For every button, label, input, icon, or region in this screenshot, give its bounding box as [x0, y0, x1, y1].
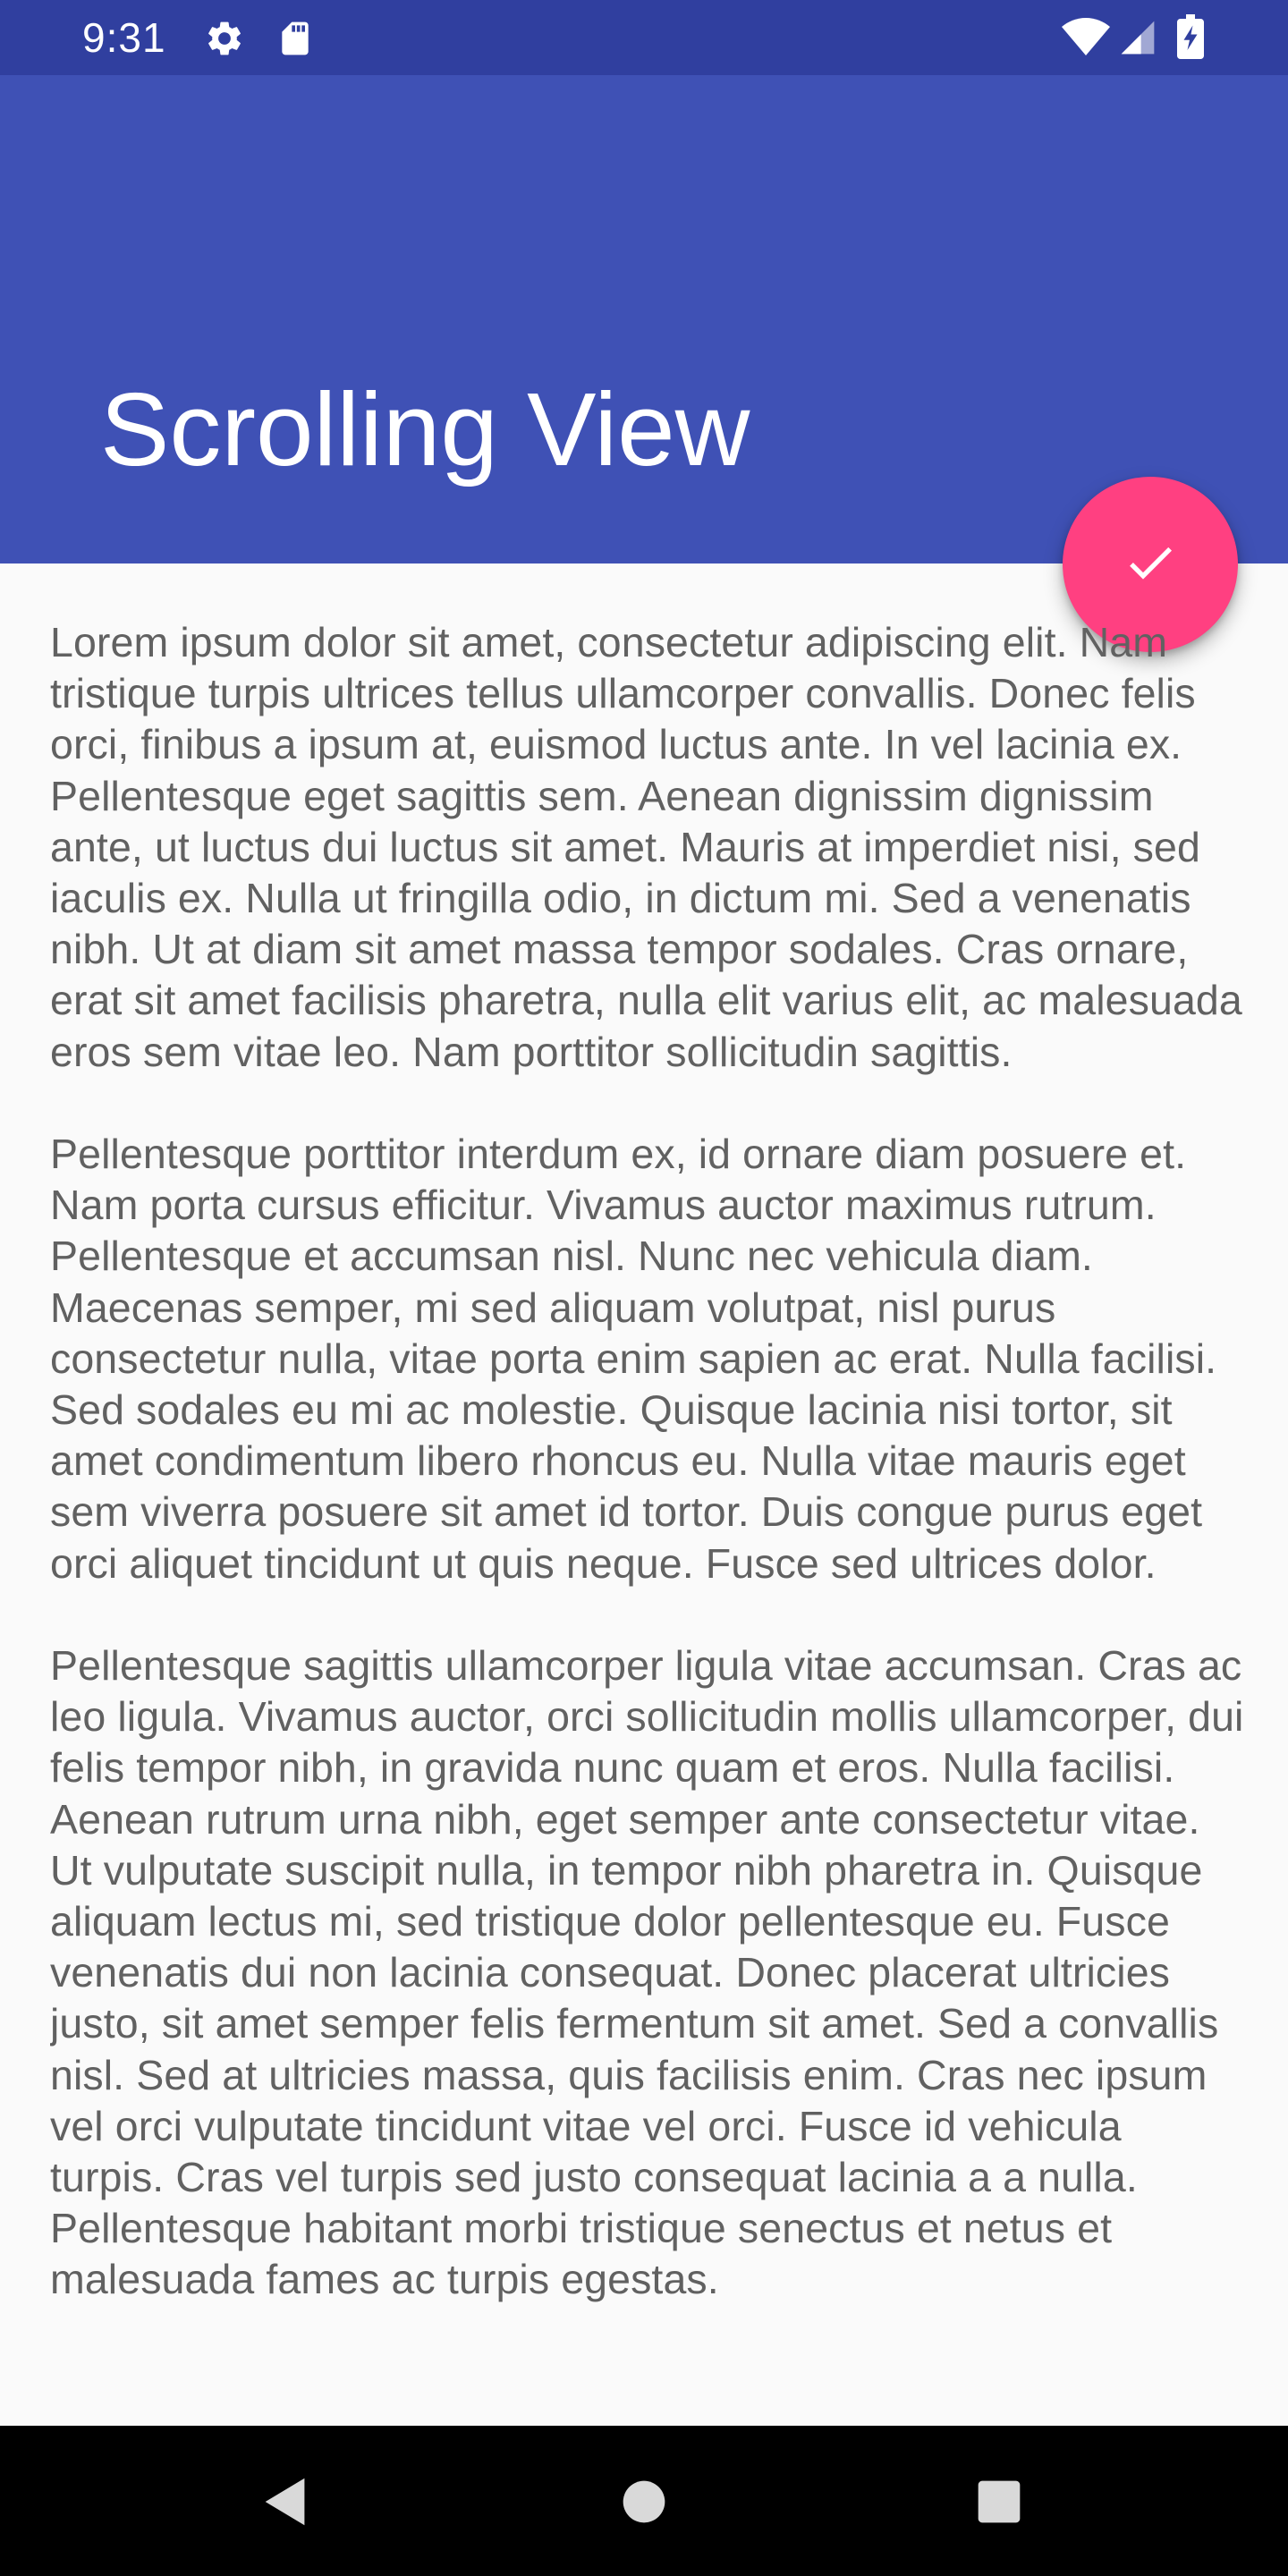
page-title: Scrolling View — [100, 371, 750, 487]
home-icon[interactable] — [613, 2470, 675, 2533]
back-icon[interactable] — [255, 2470, 318, 2533]
status-bar: 9:31 — [0, 0, 1288, 75]
wifi-icon — [1061, 16, 1111, 64]
app-bar: Scrolling View — [0, 75, 1288, 564]
body-paragraph: Pellentesque sagittis ullamcorper ligula… — [50, 1642, 1244, 2303]
battery-charging-icon — [1177, 14, 1204, 64]
check-icon — [1122, 534, 1179, 596]
scroll-content[interactable]: Lorem ipsum dolor sit amet, consectetur … — [50, 617, 1245, 2426]
body-paragraph: Pellentesque porttitor interdum ex, id o… — [50, 1131, 1217, 1587]
recents-icon[interactable] — [968, 2470, 1030, 2533]
navigation-bar — [0, 2426, 1288, 2576]
sd-card-icon — [275, 18, 315, 64]
status-time: 9:31 — [82, 14, 166, 61]
signal-icon — [1118, 18, 1157, 62]
body-paragraph: Lorem ipsum dolor sit amet, consectetur … — [50, 619, 1242, 1075]
gear-icon — [204, 18, 245, 64]
